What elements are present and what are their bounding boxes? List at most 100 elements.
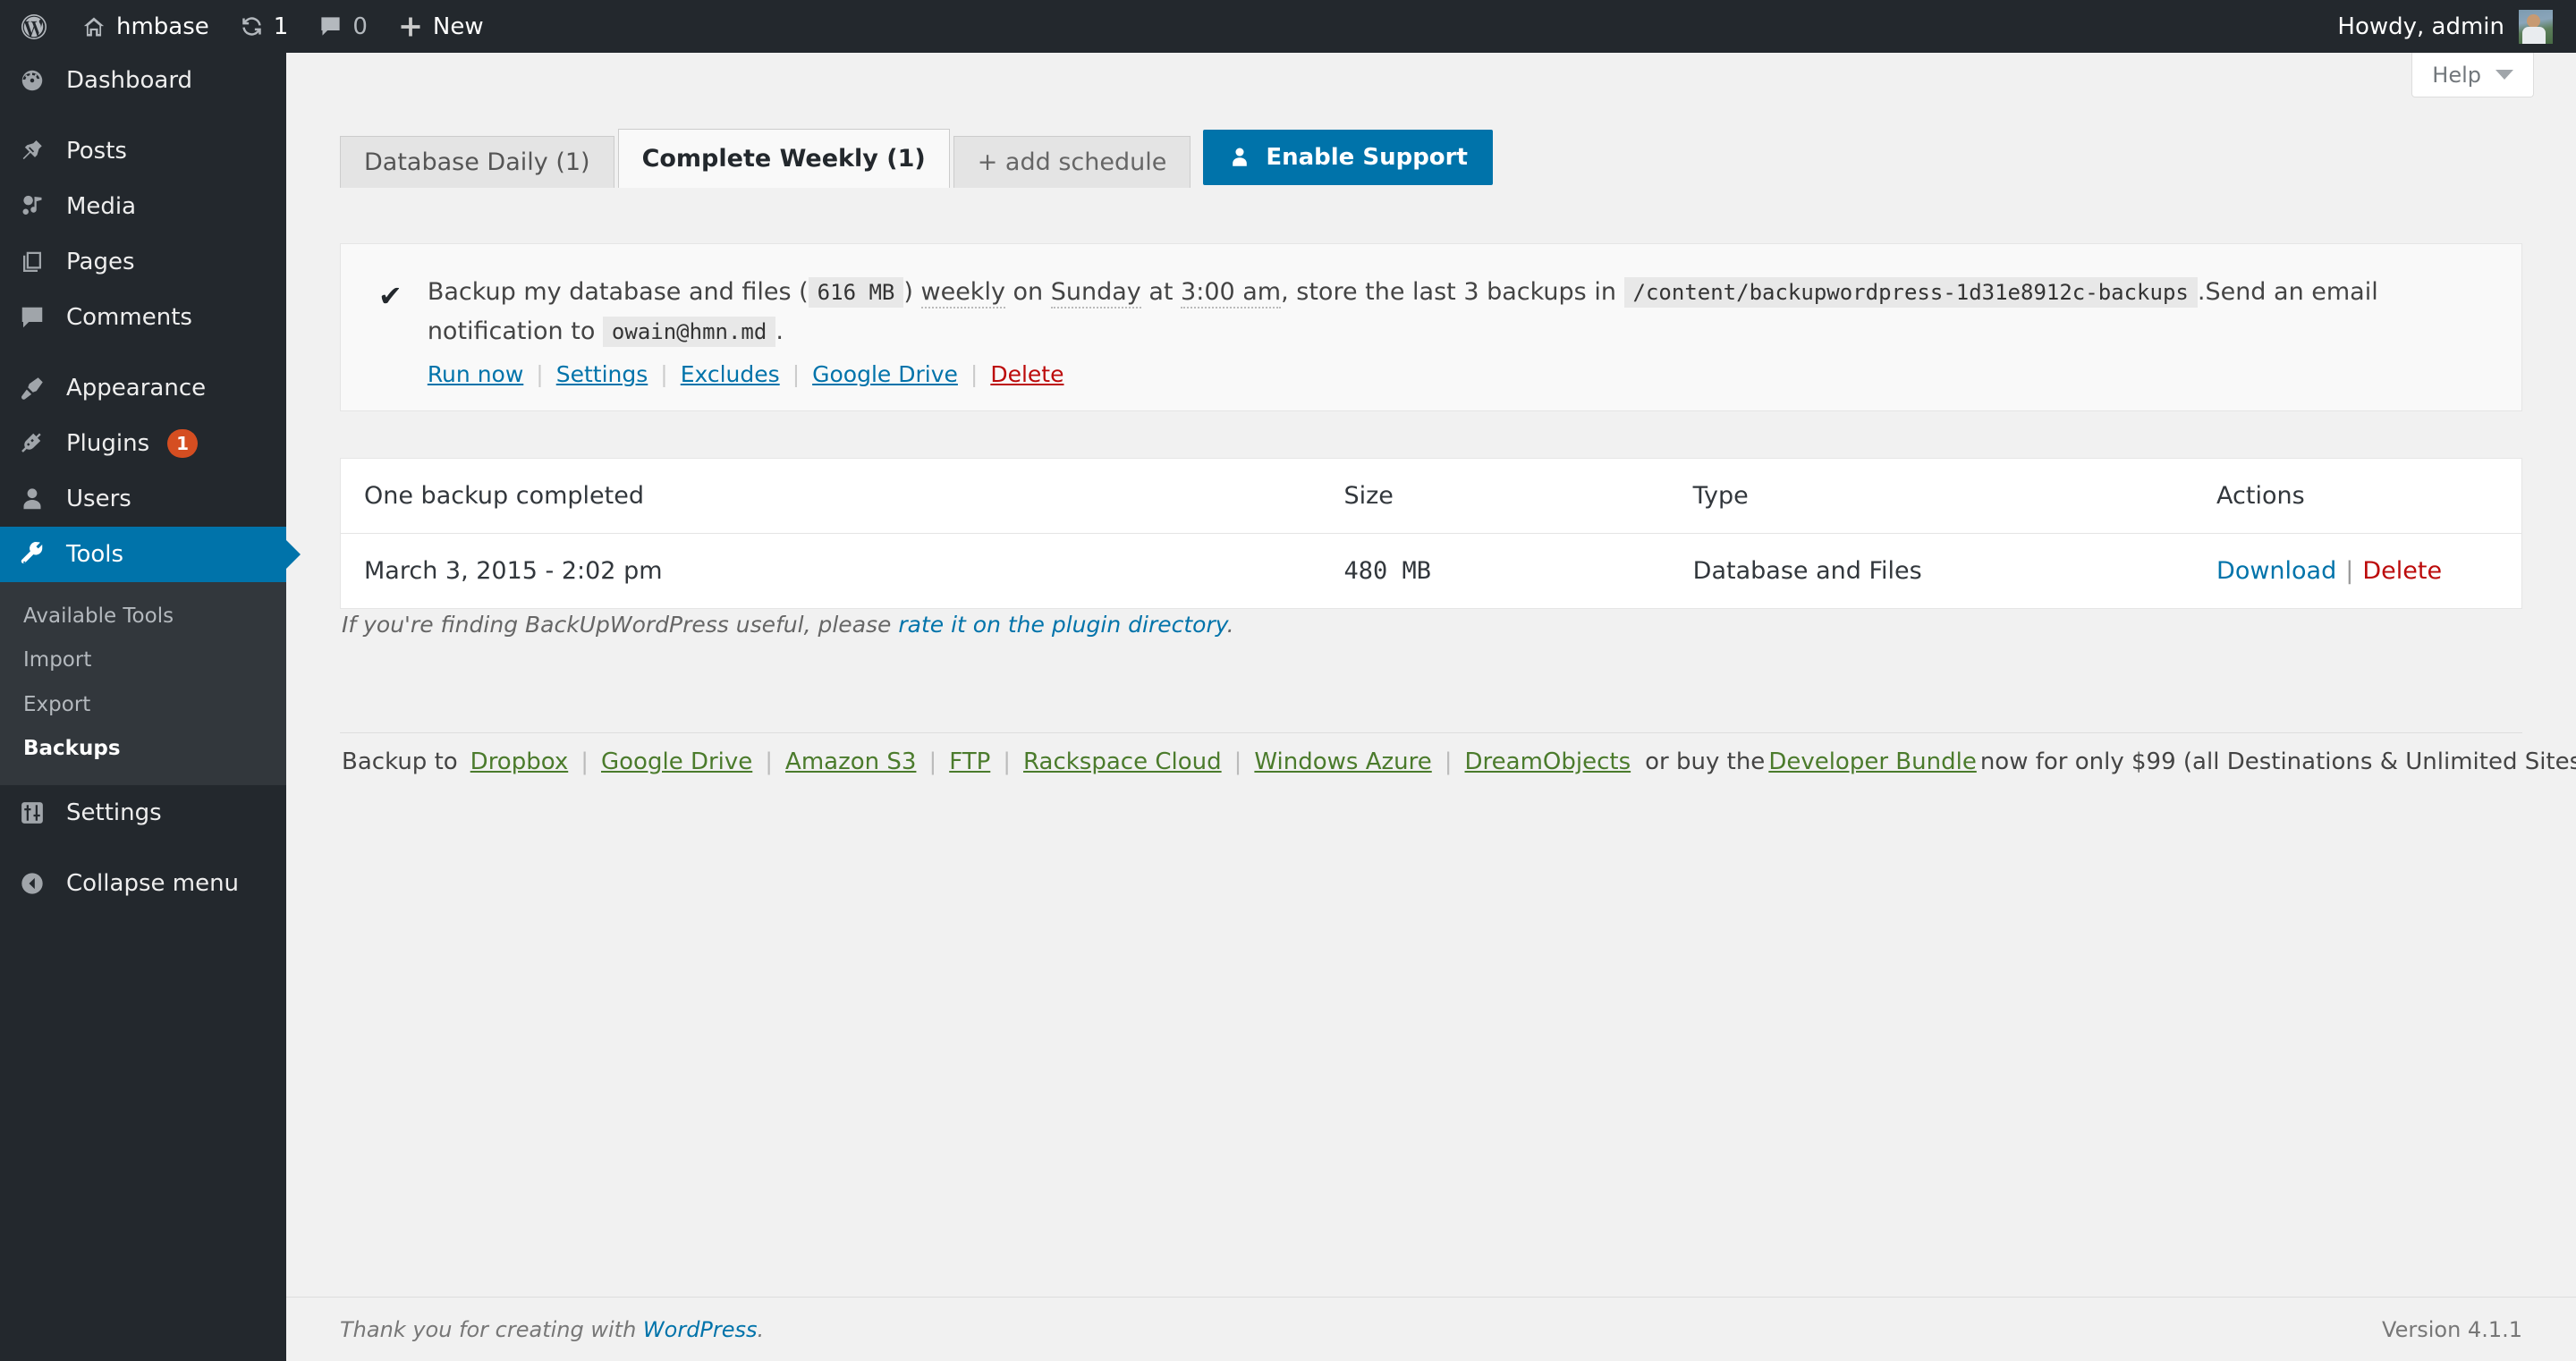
table-row: March 3, 2015 - 2:02 pm 480 MB Database … [341, 534, 2522, 609]
main-content: Help Database Daily (1) Complete Weekly … [286, 53, 2576, 1361]
section-divider [340, 732, 2522, 733]
developer-bundle-link[interactable]: Developer Bundle [1765, 748, 1980, 775]
promo-text-before: or buy the [1645, 748, 1766, 775]
tab-add-schedule[interactable]: + add schedule [953, 136, 1191, 188]
comment-bubble-icon [318, 14, 343, 38]
chevron-down-icon [2496, 70, 2513, 80]
backups-table-body: March 3, 2015 - 2:02 pm 480 MB Database … [341, 534, 2522, 609]
wordpress-version: Version 4.1.1 [2382, 1316, 2522, 1342]
link-separator: | [970, 361, 979, 388]
new-content-menu[interactable]: New [383, 0, 499, 53]
destination-dreamobjects-link[interactable]: DreamObjects [1465, 748, 1631, 775]
schedule-day[interactable]: Sunday [1050, 278, 1141, 309]
sidebar-item-plugins[interactable]: Plugins 1 [0, 416, 286, 471]
plus-icon [398, 14, 423, 39]
google-drive-link[interactable]: Google Drive [800, 361, 970, 387]
destination-dropbox-link[interactable]: Dropbox [470, 748, 569, 775]
sidebar-subitem-import[interactable]: Import [0, 638, 286, 682]
sidebar-item-label: Appearance [66, 375, 207, 402]
sidebar-item-users[interactable]: Users [0, 471, 286, 527]
rate-text-before: If you're finding BackUpWordPress useful… [342, 612, 899, 638]
cell-backup-date: March 3, 2015 - 2:02 pm [364, 557, 663, 585]
sidebar-item-label: Collapse menu [66, 870, 240, 898]
link-separator: | [536, 361, 544, 388]
sidebar-item-posts[interactable]: Posts [0, 123, 286, 179]
sidebar-item-label: Pages [66, 249, 135, 275]
wordpress-logo-icon [20, 13, 48, 41]
sidebar-item-appearance[interactable]: Appearance [0, 360, 286, 416]
schedule-frequency[interactable]: weekly [920, 278, 1005, 309]
rate-plugin-notice: If you're finding BackUpWordPress useful… [342, 612, 1234, 638]
wordpress-logo-menu[interactable] [0, 0, 66, 53]
link-separator: | [1444, 748, 1453, 775]
site-name-label: hmbase [116, 13, 209, 40]
excludes-link[interactable]: Excludes [668, 361, 792, 387]
wordpress-link[interactable]: WordPress [643, 1317, 758, 1342]
destination-amazon-s3-link[interactable]: Amazon S3 [785, 748, 916, 775]
download-backup-link[interactable]: Download [2216, 557, 2336, 585]
sidebar-item-media[interactable]: Media [0, 179, 286, 234]
schedule-size-value[interactable]: 616 MB [808, 277, 904, 308]
destination-google-drive-link[interactable]: Google Drive [601, 748, 752, 775]
destination-ftp-link[interactable]: FTP [949, 748, 990, 775]
sidebar-item-settings[interactable]: Settings [0, 785, 286, 841]
settings-link[interactable]: Settings [544, 361, 661, 387]
destination-windows-azure-link[interactable]: Windows Azure [1254, 748, 1431, 775]
update-icon [240, 14, 264, 38]
destination-rackspace-cloud-link[interactable]: Rackspace Cloud [1023, 748, 1222, 775]
enable-support-label: Enable Support [1266, 144, 1468, 171]
sidebar-item-pages[interactable]: Pages [0, 234, 286, 290]
link-separator: | [2345, 557, 2354, 585]
delete-schedule-link[interactable]: Delete [978, 361, 1076, 387]
backup-destinations-row: Backup to Dropbox | Google Drive | Amazon S3 |… [342, 748, 2576, 775]
schedule-summary-panel: ✔ Backup my database and files (616 MB) … [340, 243, 2522, 412]
tab-database-daily[interactable]: Database Daily (1) [340, 136, 614, 188]
help-bar: Help [2411, 53, 2576, 108]
schedule-text-3: on [1004, 278, 1051, 306]
footer-thanks-after: . [757, 1316, 765, 1342]
updates-menu[interactable]: 1 [225, 0, 304, 53]
person-icon [1228, 146, 1251, 169]
link-separator: | [580, 748, 589, 775]
sidebar-subitem-backups[interactable]: Backups [0, 727, 286, 771]
link-separator: | [765, 748, 774, 775]
sidebar-separator [0, 841, 286, 856]
enable-support-button[interactable]: Enable Support [1203, 130, 1493, 185]
run-now-link[interactable]: Run now [428, 361, 536, 387]
rate-plugin-link[interactable]: rate it on the plugin directory [898, 612, 1226, 638]
sidebar-item-label: Comments [66, 304, 192, 331]
header-backup-count: One backup completed [340, 458, 1344, 534]
schedule-retain-count[interactable]: 3 [1463, 278, 1479, 306]
footer-thanks: Thank you for creating with WordPress. [340, 1317, 764, 1342]
admin-bar: hmbase 1 0 New Howdy, admin [0, 0, 2576, 53]
help-label: Help [2432, 62, 2481, 88]
promo-text-after: now for only $99 (all Destinations & Unl… [1979, 748, 2576, 775]
site-name-menu[interactable]: hmbase [66, 0, 225, 53]
sidebar-item-label: Dashboard [66, 67, 193, 94]
comments-menu[interactable]: 0 [303, 0, 383, 53]
tab-complete-weekly[interactable]: Complete Weekly (1) [617, 129, 950, 188]
media-icon [16, 193, 48, 220]
sidebar-item-comments[interactable]: Comments [0, 290, 286, 345]
comments-count: 0 [352, 13, 368, 40]
delete-backup-link[interactable]: Delete [2362, 557, 2442, 585]
schedule-email[interactable]: owain@hmn.md [602, 316, 776, 347]
schedule-path[interactable]: /content/backupwordpress-1d31e8912c-back… [1623, 277, 2198, 308]
sidebar-item-tools[interactable]: Tools [0, 527, 286, 582]
link-separator: | [928, 748, 937, 775]
help-tab-button[interactable]: Help [2411, 53, 2534, 97]
sidebar-subitem-available-tools[interactable]: Available Tools [0, 595, 286, 638]
sidebar-item-dashboard[interactable]: Dashboard [0, 53, 286, 108]
sidebar-item-collapse-menu[interactable]: Collapse menu [0, 856, 286, 911]
header-size: Size [1343, 458, 1693, 534]
sidebar-item-label: Posts [66, 138, 127, 165]
rate-text-after: . [1226, 612, 1234, 638]
schedule-time[interactable]: 3:00 am [1181, 278, 1282, 309]
sidebar-separator [0, 345, 286, 360]
sidebar-subitem-export[interactable]: Export [0, 683, 286, 727]
sidebar-separator [0, 108, 286, 123]
schedule-tabs: Database Daily (1) Complete Weekly (1) +… [286, 129, 2576, 188]
dashboard-icon [16, 67, 48, 94]
avatar [2519, 9, 2553, 44]
my-account-menu[interactable]: Howdy, admin [2322, 0, 2576, 53]
